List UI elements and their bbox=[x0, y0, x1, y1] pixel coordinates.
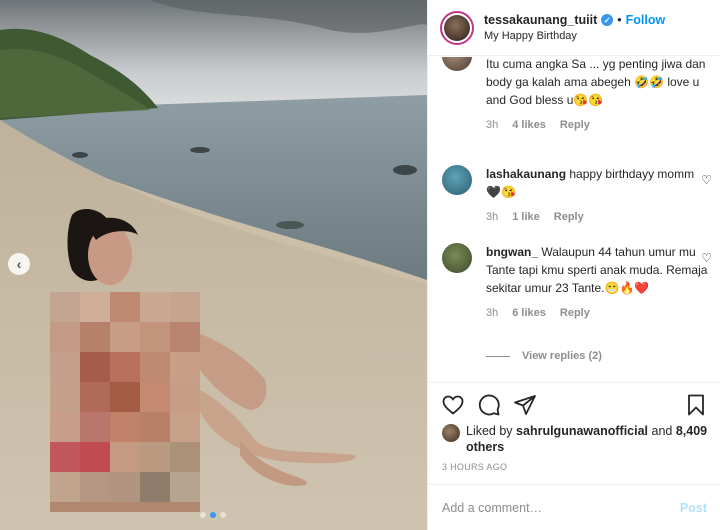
comment-input[interactable] bbox=[442, 500, 680, 515]
liked-by-and: and bbox=[651, 424, 673, 438]
send-icon[interactable] bbox=[512, 392, 538, 418]
post-timestamp[interactable]: 3 HOURS AGO bbox=[442, 462, 507, 472]
post-actions-bar bbox=[428, 382, 720, 426]
comment-item: bngwan_ Walaupun 44 tahun umur mu Tante … bbox=[442, 243, 712, 319]
liked-by: Liked by sahrulgunawanofficial and 8,409… bbox=[442, 423, 712, 455]
view-replies-label: View replies (2) bbox=[522, 350, 602, 362]
commenter-username[interactable]: bngwan_ bbox=[486, 245, 538, 259]
view-replies-button[interactable]: View replies (2) bbox=[486, 350, 602, 362]
commenter-username[interactable]: lashakaunang bbox=[486, 167, 566, 181]
commenter-avatar[interactable] bbox=[442, 165, 472, 195]
comment-time[interactable]: 3h bbox=[486, 307, 498, 319]
commenter-avatar[interactable] bbox=[442, 57, 472, 71]
comment-icon[interactable] bbox=[476, 392, 502, 418]
comment-time[interactable]: 3h bbox=[486, 119, 498, 131]
comment-likes[interactable]: 1 like bbox=[512, 211, 540, 223]
carousel-dots bbox=[200, 512, 226, 518]
post-panel: tessakaunang_tuiit ✓ • Follow My Happy B… bbox=[427, 0, 720, 530]
post-header: tessakaunang_tuiit ✓ • Follow My Happy B… bbox=[428, 0, 720, 56]
comment-reply-button[interactable]: Reply bbox=[560, 119, 590, 131]
liked-by-user[interactable]: sahrulgunawanofficial bbox=[516, 424, 648, 438]
carousel-prev-button[interactable]: ‹ bbox=[8, 253, 30, 275]
author-username[interactable]: tessakaunang_tuiit bbox=[484, 13, 597, 27]
comment-like-heart-icon[interactable]: ♡ bbox=[701, 173, 712, 187]
comment-item: Itu cuma angka Sa ... yg penting jiwa da… bbox=[442, 57, 712, 131]
comment-reply-button[interactable]: Reply bbox=[554, 211, 584, 223]
comment-reply-button[interactable]: Reply bbox=[560, 307, 590, 319]
comment-item: lashakaunang happy birthdayy momm 🖤😘 ♡ 3… bbox=[442, 165, 712, 223]
liker-avatar[interactable] bbox=[442, 424, 460, 442]
comment-likes[interactable]: 6 likes bbox=[512, 307, 546, 319]
author-avatar[interactable] bbox=[440, 10, 474, 45]
comment-time[interactable]: 3h bbox=[486, 211, 498, 223]
chevron-left-icon: ‹ bbox=[16, 256, 22, 272]
follow-button[interactable]: Follow bbox=[626, 13, 666, 27]
post-comment-button[interactable]: Post bbox=[680, 501, 707, 515]
comment-text: Itu cuma angka Sa ... yg penting jiwa da… bbox=[486, 57, 706, 107]
carousel-dot-active bbox=[210, 512, 216, 518]
separator-dot: • bbox=[617, 13, 622, 27]
add-comment-bar: Post bbox=[428, 484, 720, 530]
commenter-avatar[interactable] bbox=[442, 243, 472, 273]
post-location[interactable]: My Happy Birthday bbox=[484, 30, 665, 42]
carousel-dot bbox=[200, 512, 206, 518]
post-photo[interactable]: ‹ bbox=[0, 0, 427, 530]
comment-likes[interactable]: 4 likes bbox=[512, 119, 546, 131]
heart-icon[interactable] bbox=[440, 392, 466, 418]
bookmark-icon[interactable] bbox=[683, 392, 709, 418]
carousel-dot bbox=[220, 512, 226, 518]
censor-mosaic bbox=[50, 292, 200, 512]
beach-photo-illustration bbox=[0, 0, 427, 530]
comments-list[interactable]: Itu cuma angka Sa ... yg penting jiwa da… bbox=[428, 57, 720, 382]
replies-line bbox=[486, 355, 510, 357]
verified-badge-icon: ✓ bbox=[601, 14, 614, 26]
liked-by-prefix: Liked by bbox=[466, 424, 513, 438]
comment-like-heart-icon[interactable]: ♡ bbox=[701, 251, 712, 265]
